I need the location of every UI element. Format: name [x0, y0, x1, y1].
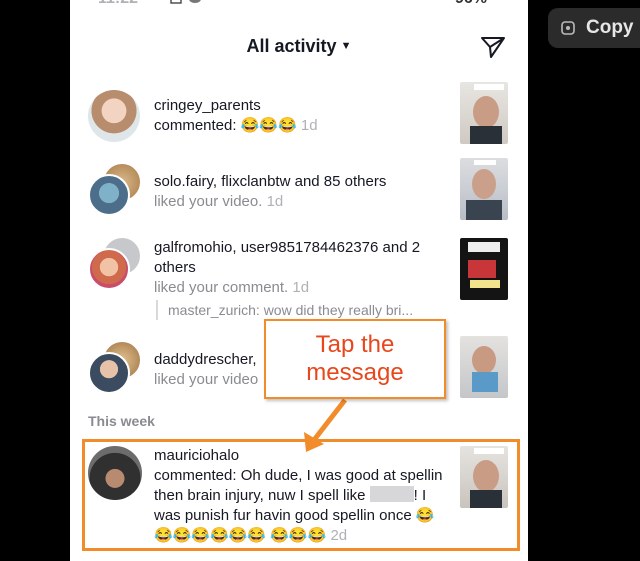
- video-thumbnail[interactable]: [460, 158, 508, 220]
- notification-action: liked your video: [154, 371, 259, 388]
- highlighted-notification-item[interactable]: mauriciohalo commented: Oh dude, I was g…: [70, 442, 528, 552]
- notification-text: galfromohio, user9851784462376 and 2 oth…: [154, 238, 454, 298]
- avatar: [88, 248, 130, 290]
- video-thumbnail[interactable]: [460, 336, 508, 398]
- phone-screen: 11:22 96% All activity▼ cringey_parents …: [70, 0, 528, 561]
- battery-level: 96%: [455, 0, 487, 8]
- notification-text: solo.fairy, flixclanbtw and 85 others li…: [154, 172, 454, 212]
- copy-icon: [561, 21, 575, 35]
- callout-line-1: Tap the: [315, 331, 395, 358]
- caret-down-icon: ▼: [340, 40, 352, 52]
- notification-emoji: 😂😂😂: [240, 117, 297, 134]
- notification-time: 2d: [330, 527, 348, 544]
- avatar-group[interactable]: [88, 236, 144, 292]
- avatar[interactable]: [88, 90, 140, 142]
- wifi-icon: [415, 0, 431, 4]
- copy-chip[interactable]: Copy: [548, 8, 640, 48]
- copy-label: Copy: [586, 17, 634, 38]
- notification-action: liked your comment.: [154, 279, 289, 296]
- notification-usernames[interactable]: solo.fairy, flixclanbtw: [154, 173, 290, 190]
- notification-username[interactable]: cringey_parents: [154, 97, 261, 114]
- image-icon: [170, 0, 182, 4]
- notification-time: 1d: [300, 117, 318, 134]
- video-thumbnail[interactable]: [460, 446, 508, 508]
- screenshot-stage: Copy 11:22 96% All activity▼ cringey_par…: [0, 0, 640, 561]
- thumbnail-image: [470, 448, 504, 508]
- notification-username[interactable]: mauriciohalo: [154, 447, 239, 464]
- page-title: All activity: [246, 36, 337, 56]
- notification-others: and 85 others: [294, 173, 387, 190]
- quoted-comment[interactable]: master_zurich: wow did they really bri..…: [156, 300, 456, 320]
- thumbnail-image: [470, 84, 504, 144]
- activity-header: All activity ▼: [70, 28, 528, 68]
- notification-time: 1d: [266, 193, 284, 210]
- video-thumbnail[interactable]: [460, 238, 508, 300]
- video-thumbnail[interactable]: [460, 82, 508, 144]
- cloud-icon: [189, 0, 201, 3]
- activity-filter-dropdown[interactable]: All activity ▼: [70, 36, 528, 57]
- avatar[interactable]: [88, 446, 142, 500]
- thumbnail-image: [466, 160, 502, 220]
- avatar-group[interactable]: [88, 340, 144, 396]
- avatar: [88, 352, 130, 394]
- section-label: This week: [88, 413, 155, 429]
- thumbnail-image: [468, 242, 500, 288]
- avatar-group[interactable]: [88, 162, 144, 218]
- notification-action: liked your video.: [154, 193, 263, 210]
- redacted-word: [369, 486, 414, 502]
- status-icons: [170, 0, 202, 4]
- notification-text: mauriciohalo commented: Oh dude, I was g…: [154, 446, 444, 546]
- send-message-icon[interactable]: [480, 35, 506, 59]
- callout-line-2: message: [306, 359, 404, 386]
- status-time: 11:22: [98, 0, 138, 8]
- notification-text: cringey_parents commented: 😂😂😂 1d: [154, 96, 454, 136]
- thumbnail-image: [472, 346, 498, 392]
- notification-username[interactable]: daddydrescher,: [154, 351, 257, 368]
- notification-item[interactable]: cringey_parents commented: 😂😂😂 1d: [70, 82, 528, 152]
- notification-usernames[interactable]: galfromohio, user9851784462376: [154, 239, 378, 256]
- notification-action: commented:: [154, 117, 237, 134]
- callout-box: Tap the message: [264, 319, 446, 399]
- status-bar: 11:22 96%: [70, 0, 528, 14]
- notification-time: 1d: [292, 279, 310, 296]
- notification-item[interactable]: solo.fairy, flixclanbtw and 85 others li…: [70, 158, 528, 228]
- avatar: [88, 174, 130, 216]
